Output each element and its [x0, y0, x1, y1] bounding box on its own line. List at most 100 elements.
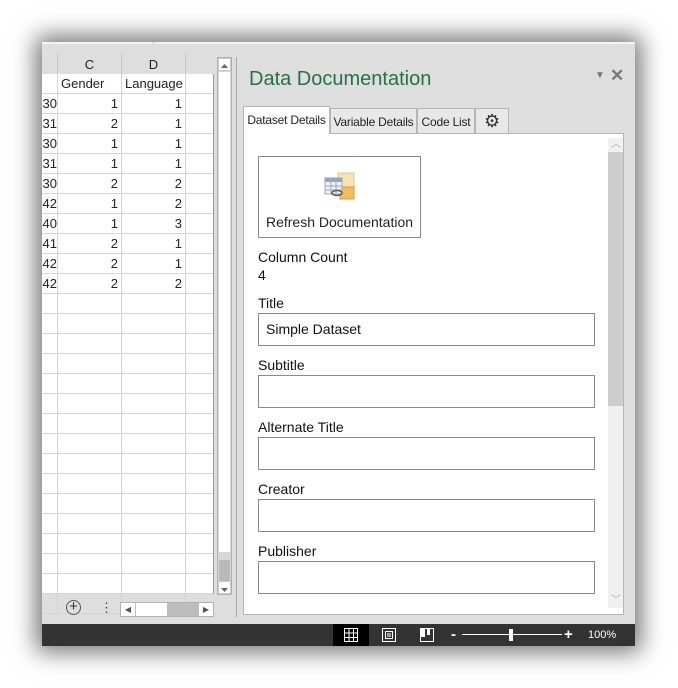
cell[interactable] — [42, 394, 58, 413]
cell[interactable]: 31 — [42, 154, 58, 173]
cell[interactable] — [58, 434, 122, 453]
tab-variable-details[interactable]: Variable Details — [330, 108, 417, 134]
scroll-up-button[interactable]: ︿ — [608, 138, 623, 152]
cell[interactable] — [122, 474, 186, 493]
cell[interactable] — [122, 494, 186, 513]
cell[interactable] — [186, 554, 213, 573]
cell[interactable] — [122, 354, 186, 373]
cell[interactable] — [122, 454, 186, 473]
cell[interactable] — [122, 574, 186, 593]
cell[interactable] — [186, 414, 213, 433]
cell[interactable] — [58, 354, 122, 373]
cell[interactable]: 1 — [122, 254, 186, 273]
column-header-b[interactable] — [42, 54, 58, 74]
sheet-vertical-scrollbar[interactable] — [217, 57, 232, 595]
publisher-field[interactable] — [258, 561, 595, 594]
cell[interactable]: 2 — [122, 274, 186, 293]
cell[interactable] — [42, 374, 58, 393]
zoom-slider-handle[interactable] — [509, 629, 513, 641]
zoom-level[interactable]: 100% — [588, 624, 616, 646]
sheet-horizontal-scrollbar[interactable]: ◀ ▶ — [120, 602, 214, 617]
cell[interactable] — [186, 374, 213, 393]
cell[interactable] — [186, 494, 213, 513]
cell[interactable]: 40 — [42, 214, 58, 233]
cell[interactable] — [186, 94, 213, 113]
cell[interactable]: 2 — [58, 174, 122, 193]
cell[interactable] — [58, 414, 122, 433]
cell[interactable] — [186, 294, 213, 313]
cell[interactable]: 1 — [122, 134, 186, 153]
scroll-thumb[interactable] — [136, 603, 167, 616]
cell[interactable]: 1 — [58, 194, 122, 213]
cell[interactable]: 3 — [122, 214, 186, 233]
cell[interactable] — [186, 474, 213, 493]
page-break-preview-button[interactable] — [409, 624, 445, 646]
cell[interactable] — [186, 314, 213, 333]
cell[interactable] — [58, 494, 122, 513]
cell[interactable] — [58, 374, 122, 393]
cell[interactable] — [186, 74, 213, 93]
tab-dataset-details[interactable]: Dataset Details — [243, 106, 330, 134]
cell[interactable]: 1 — [122, 234, 186, 253]
cell[interactable] — [58, 574, 122, 593]
cell[interactable] — [42, 294, 58, 313]
cell[interactable]: 1 — [122, 154, 186, 173]
pane-vertical-scrollbar[interactable]: ︿ ﹀ — [608, 138, 623, 608]
scroll-down-button[interactable] — [218, 581, 231, 594]
cell[interactable] — [58, 514, 122, 533]
refresh-documentation-button[interactable]: Refresh Documentation — [258, 156, 421, 238]
cell[interactable] — [42, 414, 58, 433]
cell[interactable] — [186, 354, 213, 373]
cell[interactable] — [186, 334, 213, 353]
cell[interactable] — [42, 74, 58, 93]
cell[interactable] — [186, 514, 213, 533]
cell[interactable]: 42 — [42, 194, 58, 213]
cell[interactable] — [42, 514, 58, 533]
cell[interactable]: 2 — [122, 194, 186, 213]
cell[interactable] — [122, 554, 186, 573]
page-layout-view-button[interactable] — [371, 624, 407, 646]
zoom-out-button[interactable]: - — [451, 625, 456, 645]
cell[interactable]: 1 — [122, 114, 186, 133]
scroll-down-button[interactable]: ﹀ — [608, 594, 623, 608]
cell[interactable] — [122, 334, 186, 353]
creator-field[interactable] — [258, 499, 595, 532]
normal-view-button[interactable] — [333, 624, 369, 646]
cell[interactable] — [42, 594, 58, 613]
cell[interactable]: 2 — [58, 234, 122, 253]
pane-close-button[interactable]: ✕ — [610, 66, 624, 86]
cell-gender-header[interactable]: Gender — [58, 74, 122, 93]
cell[interactable] — [122, 534, 186, 553]
cell[interactable]: 31 — [42, 114, 58, 133]
cell[interactable] — [186, 194, 213, 213]
cell[interactable]: 1 — [58, 214, 122, 233]
cell[interactable] — [186, 114, 213, 133]
cell[interactable] — [42, 554, 58, 573]
cell-language-header[interactable]: Language — [122, 74, 186, 93]
cell[interactable] — [42, 434, 58, 453]
scroll-up-button[interactable] — [218, 58, 231, 71]
cell[interactable]: 30 — [42, 134, 58, 153]
cell[interactable] — [186, 214, 213, 233]
cell[interactable] — [186, 534, 213, 553]
cell[interactable] — [58, 534, 122, 553]
cell[interactable] — [42, 354, 58, 373]
alternate-title-field[interactable] — [258, 437, 595, 470]
cell[interactable] — [186, 154, 213, 173]
cell[interactable] — [122, 414, 186, 433]
cell[interactable] — [122, 314, 186, 333]
cell[interactable]: 2 — [58, 254, 122, 273]
cell[interactable]: 42 — [42, 274, 58, 293]
cell[interactable] — [186, 394, 213, 413]
cell[interactable]: 2 — [122, 174, 186, 193]
cell[interactable] — [42, 534, 58, 553]
cell[interactable] — [186, 174, 213, 193]
cell[interactable] — [186, 254, 213, 273]
cell[interactable] — [42, 334, 58, 353]
title-field[interactable]: Simple Dataset — [258, 313, 595, 346]
scroll-thumb[interactable] — [608, 152, 623, 406]
cell[interactable] — [58, 474, 122, 493]
cell[interactable]: 1 — [122, 94, 186, 113]
cell[interactable] — [186, 574, 213, 593]
pane-options-button[interactable]: ▼ — [595, 70, 605, 81]
